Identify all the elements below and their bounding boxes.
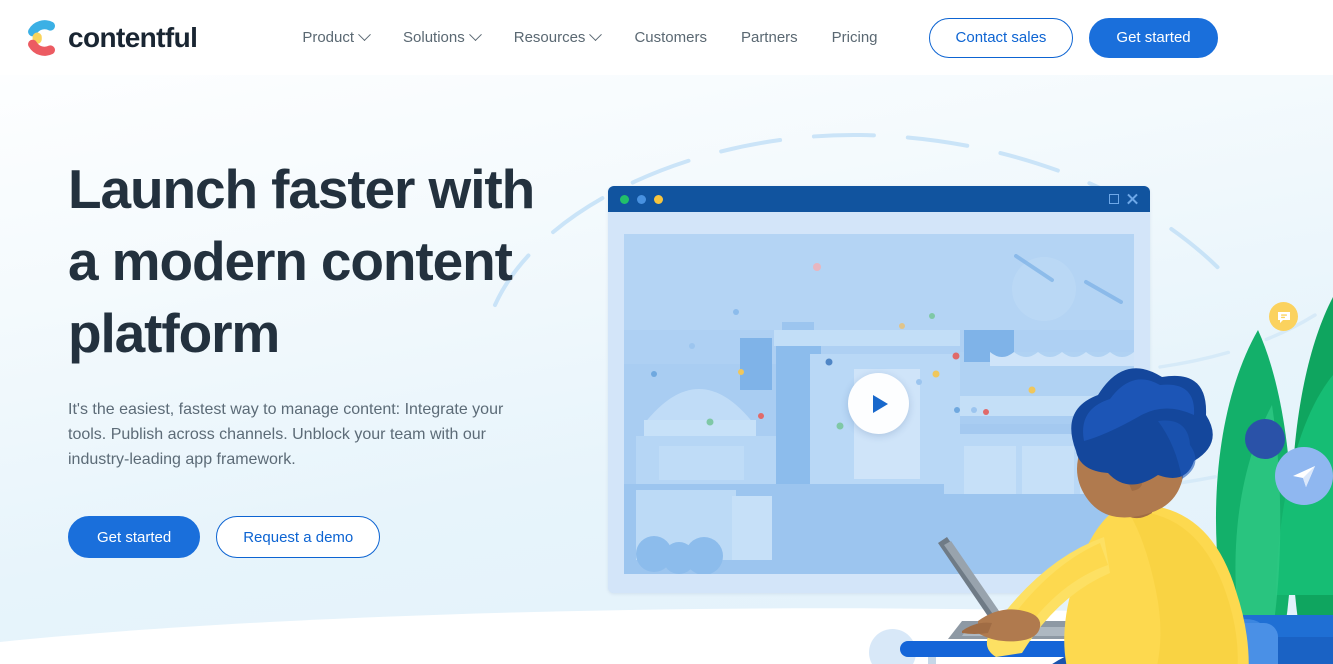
nav-label: Resources [513,29,586,46]
site-header: contentful Product Solutions Resources C… [0,0,1333,75]
window-body [608,212,1150,593]
close-x-icon[interactable] [1126,193,1138,205]
brand-logo[interactable]: contentful [28,19,198,56]
play-triangle-icon [873,394,888,413]
chevron-down-icon [468,28,482,42]
play-button[interactable] [848,373,909,434]
hero-subtitle: It's the easiest, fastest way to manage … [68,401,504,468]
hero-get-started-button[interactable]: Get started [68,516,201,558]
nav-item-resources[interactable]: Resources [497,21,618,54]
nav-item-customers[interactable]: Customers [617,21,724,54]
window-dot-green-icon [620,194,629,204]
header-get-started-button[interactable]: Get started [1089,17,1218,58]
nav-item-solutions[interactable]: Solutions [386,21,497,54]
nav-label: Customers [634,29,707,46]
window-traffic-lights [620,194,663,204]
nav-label: Partners [740,29,798,46]
header-actions: Contact sales Get started [928,17,1218,58]
page-title: Launch faster with a modern content plat… [68,158,535,364]
chevron-down-icon [358,28,371,42]
brand-wordmark: contentful [68,21,198,53]
request-demo-button[interactable]: Request a demo [216,516,381,558]
nav-item-pricing[interactable]: Pricing [815,21,895,54]
window-dot-blue-icon [637,194,646,204]
chat-badge [1269,302,1298,331]
window-title-bar [608,186,1150,212]
nav-item-product[interactable]: Product [285,21,386,54]
window-dot-yellow-icon [654,194,663,204]
hero-cta-group: Get started Request a demo [68,516,538,558]
paper-plane-icon [1293,466,1315,487]
hero-section: Launch faster with a modern content plat… [0,75,1333,664]
decorative-circle-darkblue [1245,419,1285,459]
contentful-c-logo-icon [28,19,55,56]
maximize-square-icon[interactable] [1109,194,1119,204]
chevron-down-icon [589,28,603,42]
main-navigation: Product Solutions Resources Customers Pa… [285,21,894,54]
nav-label: Product [302,29,355,46]
contact-sales-button[interactable]: Contact sales [928,17,1074,58]
nav-item-partners[interactable]: Partners [724,21,815,54]
video-player-window[interactable] [608,186,1150,593]
send-badge [1275,447,1333,505]
chat-bubble-icon [1277,311,1290,323]
video-thumbnail [624,234,1134,574]
window-controls[interactable] [1109,193,1138,205]
hero-copy: Launch faster with a modern content plat… [68,153,538,558]
nav-label: Solutions [403,29,465,46]
hero-bottom-wave [0,608,1333,664]
nav-label: Pricing [831,29,878,46]
